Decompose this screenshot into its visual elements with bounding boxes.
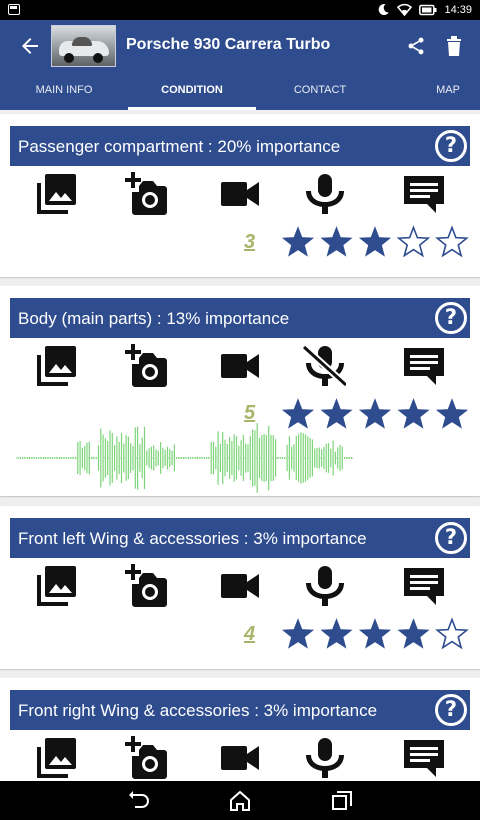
page-title: Porsche 930 Carrera Turbo: [126, 36, 331, 53]
gallery-icon[interactable]: [34, 344, 80, 390]
star-filled[interactable]: [358, 618, 392, 649]
section-header: Passenger compartment : 20% importance ?: [10, 126, 470, 166]
app-bar: Porsche 930 Carrera Turbo: [0, 20, 480, 72]
star-filled[interactable]: [320, 226, 353, 257]
star-filled[interactable]: [358, 226, 392, 257]
star-rating[interactable]: [280, 617, 470, 651]
vehicle-thumbnail: [51, 25, 116, 67]
star-filled[interactable]: [281, 226, 315, 257]
gallery-icon[interactable]: [34, 564, 80, 610]
audio-waveform[interactable]: [16, 422, 354, 494]
status-bar: 14:39: [0, 0, 480, 20]
comment-icon[interactable]: [400, 564, 446, 610]
status-time: 14:39: [444, 3, 472, 16]
share-icon[interactable]: [406, 36, 426, 56]
tab-main-info[interactable]: MAIN INFO: [0, 72, 128, 110]
comment-icon[interactable]: [400, 736, 446, 781]
microphone-icon[interactable]: [300, 172, 346, 218]
section-header: Body (main parts) : 13% importance ?: [10, 298, 470, 338]
notification-icon: [8, 4, 20, 15]
section-header: Front left Wing & accessories : 3% impor…: [10, 518, 470, 558]
star-filled[interactable]: [397, 618, 430, 649]
tab-contact[interactable]: CONTACT: [256, 72, 384, 110]
section-card: Passenger compartment : 20% importance ?…: [0, 114, 480, 277]
gallery-icon[interactable]: [34, 736, 80, 781]
section-card: Front left Wing & accessories : 3% impor…: [0, 506, 480, 669]
section-card: Front right Wing & accessories : 3% impo…: [0, 678, 480, 781]
comment-icon[interactable]: [400, 344, 446, 390]
help-icon[interactable]: ?: [435, 694, 467, 726]
star-empty[interactable]: [435, 225, 469, 258]
help-icon[interactable]: ?: [435, 302, 467, 334]
add-photo-icon[interactable]: [123, 172, 169, 218]
system-nav-bar: [0, 781, 480, 820]
video-camera-icon[interactable]: [218, 344, 264, 390]
section-header: Front right Wing & accessories : 3% impo…: [10, 690, 470, 730]
add-photo-icon[interactable]: [123, 564, 169, 610]
star-filled[interactable]: [281, 618, 315, 649]
recents-nav-icon[interactable]: [331, 791, 353, 811]
trash-icon[interactable]: [446, 36, 462, 56]
star-filled[interactable]: [397, 398, 430, 429]
back-arrow-icon[interactable]: [18, 34, 42, 58]
video-camera-icon[interactable]: [218, 172, 264, 218]
back-nav-icon[interactable]: [128, 791, 150, 811]
microphone-icon[interactable]: [300, 736, 346, 781]
tab-condition[interactable]: CONDITION: [128, 72, 256, 110]
home-nav-icon[interactable]: [229, 791, 251, 811]
battery-icon: [419, 4, 437, 15]
star-filled[interactable]: [320, 618, 353, 649]
mic-muted-icon[interactable]: [300, 344, 346, 390]
comment-icon[interactable]: [400, 172, 446, 218]
star-empty[interactable]: [396, 225, 431, 258]
section-title: Passenger compartment : 20% importance: [18, 137, 341, 156]
star-filled[interactable]: [435, 398, 469, 429]
add-photo-icon[interactable]: [123, 736, 169, 781]
section-title: Front right Wing & accessories : 3% impo…: [18, 701, 378, 720]
section-card: Body (main parts) : 13% importance ? 5: [0, 286, 480, 496]
star-filled[interactable]: [358, 398, 392, 429]
video-camera-icon[interactable]: [218, 564, 264, 610]
gallery-icon[interactable]: [34, 172, 80, 218]
help-icon[interactable]: ?: [435, 522, 467, 554]
section-title: Body (main parts) : 13% importance: [18, 309, 290, 328]
rating-number: 4: [244, 623, 256, 645]
moon-icon: [379, 4, 390, 16]
condition-list[interactable]: Passenger compartment : 20% importance ?…: [0, 110, 480, 781]
star-rating[interactable]: [280, 225, 470, 259]
star-empty[interactable]: [435, 617, 469, 650]
tab-bar: MAIN INFO CONDITION CONTACT MAP: [0, 72, 480, 110]
add-photo-icon[interactable]: [123, 344, 169, 390]
tab-map[interactable]: MAP: [410, 72, 480, 110]
rating-number: 3: [244, 231, 256, 253]
help-icon[interactable]: ?: [435, 130, 467, 162]
video-camera-icon[interactable]: [218, 736, 264, 781]
microphone-icon[interactable]: [300, 564, 346, 610]
section-title: Front left Wing & accessories : 3% impor…: [18, 529, 367, 548]
wifi-icon: [397, 3, 413, 16]
